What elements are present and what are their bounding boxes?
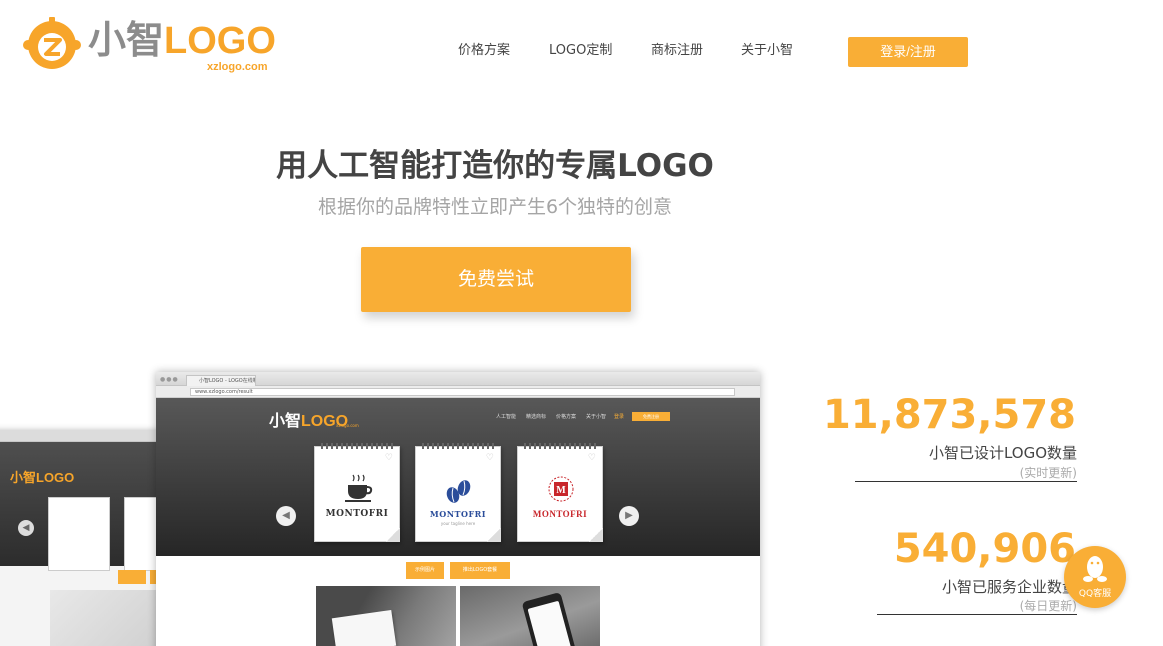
preview-nav-item: 人工智能 bbox=[496, 414, 517, 420]
stat-divider bbox=[877, 614, 1077, 615]
logo-card-tagline: your tagline here bbox=[440, 521, 476, 526]
window-controls-icon: ●●● bbox=[160, 376, 179, 383]
browser-back-logo: 小智LOGO bbox=[10, 470, 75, 485]
qq-penguin-icon bbox=[1083, 556, 1107, 582]
login-register-button[interactable]: 登录/注册 bbox=[848, 37, 968, 67]
stat-companies-note: (每日更新) bbox=[1019, 599, 1077, 613]
logo-text-en: LOGO bbox=[164, 20, 276, 62]
preview-nav-item: 价格方案 bbox=[556, 414, 577, 420]
page: 小智LOGO xzlogo.com 价格方案 LOGO定制 商标注册 关于小智 … bbox=[0, 0, 1163, 646]
nav-item-pricing[interactable]: 价格方案 bbox=[458, 42, 510, 60]
page-curl bbox=[487, 528, 501, 542]
preview-next-arrow-icon: ▶ bbox=[619, 506, 639, 526]
preview-hero: 小智LOGO xzlogo.com 人工智能 精选商标 价格方案 关于小智 登录… bbox=[156, 398, 760, 556]
browser-back-photo bbox=[50, 590, 156, 646]
qq-support-button[interactable]: QQ客服 bbox=[1064, 546, 1126, 608]
nav-item-about[interactable]: 关于小智 bbox=[741, 42, 793, 60]
preview-login-button: 免费注册 bbox=[632, 412, 670, 421]
logo-wordmark: 小智LOGO bbox=[88, 19, 276, 63]
heart-icon: ♡ bbox=[587, 453, 596, 463]
notepad-rings bbox=[422, 443, 496, 449]
site-logo[interactable]: 小智LOGO xzlogo.com bbox=[22, 15, 282, 75]
browser-tab-bar: ●●● 小智LOGO - LOGO在线制作 bbox=[156, 372, 760, 386]
preview-sample-button: 示例图片 bbox=[406, 562, 444, 579]
stat-logos-number: 11,873,578 bbox=[822, 392, 1076, 438]
browser-back-card bbox=[48, 497, 110, 571]
stat-logos-label: 小智已设计LOGO数量 bbox=[928, 444, 1077, 462]
preview-browser: ●●● 小智LOGO - LOGO在线制作 www.xzlogo.com/res… bbox=[156, 372, 760, 646]
stat-companies-label: 小智已服务企业数量 bbox=[941, 578, 1077, 596]
browser-back-toolbar bbox=[0, 430, 162, 442]
preview-browser-back: 小智LOGO ◀ bbox=[0, 430, 186, 646]
hero-title: 用人工智能打造你的专属LOGO bbox=[276, 148, 714, 184]
logo-text-cn: 小智 bbox=[88, 20, 165, 62]
business-card bbox=[331, 610, 397, 646]
phone-icon bbox=[521, 592, 579, 646]
browser-back-left-arrow-icon: ◀ bbox=[18, 520, 34, 536]
notepad-rings bbox=[524, 443, 598, 449]
logo-card: ♡ M MONTOFRI bbox=[517, 443, 603, 542]
logo-card-brand: MONTOFRI bbox=[325, 509, 389, 519]
nav-item-logo-custom[interactable]: LOGO定制 bbox=[549, 42, 612, 60]
logo-domain: xzlogo.com bbox=[207, 61, 268, 73]
notepad-rings bbox=[321, 443, 395, 449]
preview-photo-phone bbox=[460, 586, 600, 646]
page-curl bbox=[386, 528, 400, 542]
heart-icon: ♡ bbox=[384, 453, 393, 463]
hero-subtitle: 根据你的品牌特性立即产生6个独特的创意 bbox=[317, 196, 673, 218]
preview-package-button: 推出LOGO套餐 bbox=[450, 562, 510, 579]
monogram-emblem-icon: M bbox=[548, 476, 574, 502]
page-curl bbox=[589, 528, 603, 542]
browser-back-hero: 小智LOGO ◀ bbox=[0, 442, 186, 571]
heart-icon: ♡ bbox=[485, 453, 494, 463]
coffee-cup-icon bbox=[345, 474, 373, 502]
preview-logo-domain: xzlogo.com bbox=[336, 423, 359, 428]
browser-url: www.xzlogo.com/result bbox=[190, 388, 735, 396]
preview-nav-item: 登录 bbox=[614, 414, 625, 420]
logo-card-brand: MONTOFRI bbox=[429, 509, 487, 519]
preview-photo-business-card bbox=[316, 586, 456, 646]
stat-companies-number: 540,906 bbox=[893, 526, 1076, 572]
coffee-beans-icon bbox=[446, 480, 471, 503]
browser-address-bar: www.xzlogo.com/result bbox=[156, 386, 760, 398]
preview-nav-item: 关于小智 bbox=[586, 414, 607, 420]
preview-prev-arrow-icon: ◀ bbox=[276, 506, 296, 526]
svg-text:M: M bbox=[556, 485, 566, 496]
nav-item-trademark[interactable]: 商标注册 bbox=[651, 42, 703, 60]
logo-card: ♡ MONTOFRI bbox=[314, 443, 400, 542]
logo-card-brand: MONTOFRI bbox=[532, 509, 588, 519]
stat-divider bbox=[855, 481, 1077, 482]
browser-tab: 小智LOGO - LOGO在线制作 bbox=[186, 375, 256, 386]
browser-back-button bbox=[118, 570, 146, 584]
stat-logos-note: (实时更新) bbox=[1019, 466, 1077, 480]
robot-logo-icon bbox=[23, 17, 81, 69]
free-trial-button[interactable]: 免费尝试 bbox=[361, 247, 631, 312]
preview-nav-item: 精选商标 bbox=[526, 414, 547, 420]
logo-card: ♡ MONTOFRI your tagline here bbox=[415, 443, 501, 542]
qq-support-label: QQ客服 bbox=[1078, 589, 1112, 599]
